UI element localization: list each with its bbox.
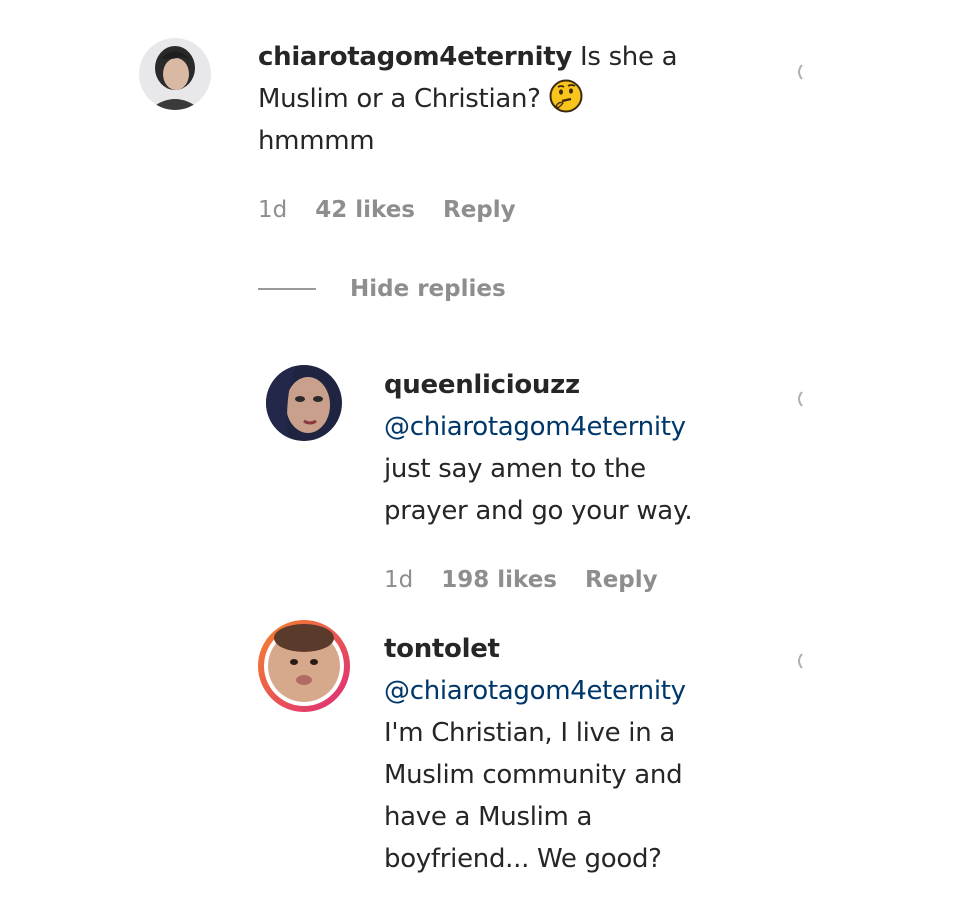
comment-username[interactable]: chiarotagom4eternity	[258, 42, 572, 72]
reply-meta: 1d 198 likes Reply	[384, 567, 658, 593]
avatar[interactable]	[139, 38, 211, 110]
comment-text: chiarotagom4eternity Is she a Muslim or …	[258, 36, 758, 162]
thinking-face-emoji	[549, 79, 583, 113]
avatar-story-ring[interactable]	[258, 620, 350, 712]
reply-body-line: Muslim community and	[384, 760, 683, 790]
hide-replies-label: Hide replies	[350, 276, 506, 302]
mention-link[interactable]: @chiarotagom4eternity	[384, 406, 804, 448]
comment-time: 1d	[258, 197, 288, 223]
mention-link[interactable]: @chiarotagom4eternity	[384, 670, 804, 712]
comment-body-line: Is she a	[579, 42, 678, 72]
reply-button[interactable]: Reply	[585, 567, 658, 593]
hide-replies-divider	[258, 288, 316, 290]
heart-icon[interactable]	[790, 390, 806, 408]
reply-body-line: I'm Christian, I live in a	[384, 718, 675, 748]
reply-button[interactable]: Reply	[443, 197, 516, 223]
heart-icon[interactable]	[790, 652, 806, 670]
heart-icon[interactable]	[790, 63, 806, 81]
reply-time: 1d	[384, 567, 414, 593]
avatar[interactable]	[266, 365, 342, 441]
comment-body-line: hmmmm	[258, 126, 375, 156]
reply-body-line: just say amen to the	[384, 454, 646, 484]
comment-likes-link[interactable]: 42 likes	[315, 197, 415, 223]
reply-text: tontolet @chiarotagom4eternity I'm Chris…	[384, 628, 804, 880]
reply-text: queenliciouzz @chiarotagom4eternity just…	[384, 364, 804, 532]
comment-meta: 1d 42 likes Reply	[258, 197, 516, 223]
reply-username[interactable]: queenliciouzz	[384, 364, 804, 406]
reply-username[interactable]: tontolet	[384, 628, 804, 670]
hide-replies-button[interactable]: Hide replies	[258, 276, 506, 302]
comment-body-line: Muslim or a Christian?	[258, 84, 541, 114]
reply-body-line: boyfriend... We good?	[384, 844, 662, 874]
reply-body-line: have a Muslim a	[384, 802, 593, 832]
reply-likes-link[interactable]: 198 likes	[441, 567, 557, 593]
reply-body-line: prayer and go your way.	[384, 496, 693, 526]
